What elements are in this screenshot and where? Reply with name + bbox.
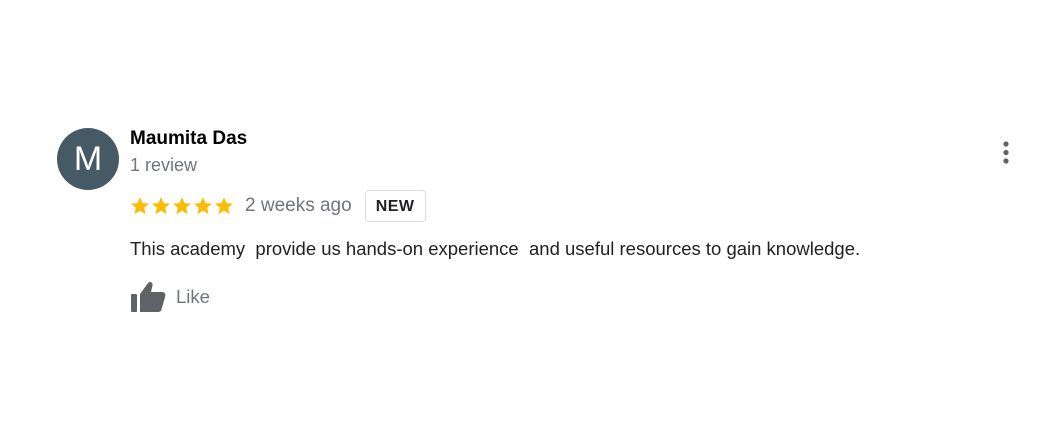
rating-row: 2 weeks ago NEW [130,189,426,223]
star-icon [194,197,212,215]
new-badge: NEW [364,190,426,222]
review-card: M Maumita Das 1 review 2 weeks ago NEW T… [0,0,1059,424]
star-icon [131,197,149,215]
thumb-up-icon [131,281,166,312]
star-icon [215,197,233,215]
more-options-button[interactable] [994,140,1018,166]
like-button[interactable]: Like [130,280,210,314]
avatar[interactable]: M [57,128,119,190]
review-time: 2 weeks ago [245,195,352,216]
reviewer-name[interactable]: Maumita Das [130,128,247,150]
star-icon [152,197,170,215]
star-icon [173,197,191,215]
more-vert-icon [1003,141,1009,164]
star-rating [130,196,234,216]
review-count: 1 review [130,155,198,175]
like-label: Like [176,286,210,307]
review-text: This academy provide us hands-on experie… [130,238,861,259]
